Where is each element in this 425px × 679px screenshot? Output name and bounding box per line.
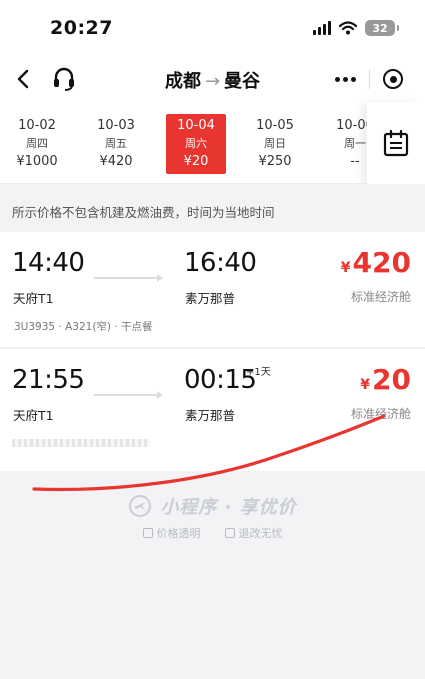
date-label: 10-03 xyxy=(97,118,135,133)
arrival-airport: 素万那普 xyxy=(185,408,236,423)
tag-icon xyxy=(142,528,153,538)
weekday-label: 周日 xyxy=(264,137,286,150)
brand-logo-icon xyxy=(129,495,152,517)
battery-icon: 32 xyxy=(365,20,399,36)
tag-label: 退改无忧 xyxy=(238,527,283,540)
arrival-airport: 素万那普 xyxy=(185,291,236,306)
date-price: ¥20 xyxy=(183,154,209,169)
flight-route-line xyxy=(94,274,163,282)
flight-route-line xyxy=(94,391,163,399)
calendar-icon xyxy=(383,129,409,157)
footer-slogan: 小程序 · 享优价 xyxy=(160,497,297,518)
date-label: 10-05 xyxy=(256,118,294,133)
currency-symbol: ¥ xyxy=(340,260,351,276)
date-option-1005[interactable]: 10-05 周日 ¥250 xyxy=(245,114,305,174)
date-option-1004[interactable]: 10-04 周六 ¥20 xyxy=(166,114,226,174)
status-time: 20:27 xyxy=(50,17,113,39)
footer-tags: 价格透明 退改无忧 xyxy=(0,525,425,541)
flight-price: ¥20 xyxy=(360,363,411,396)
date-price: ¥420 xyxy=(99,154,133,169)
date-option-1003[interactable]: 10-03 周五 ¥420 xyxy=(86,114,146,174)
capsule-divider xyxy=(369,69,370,89)
footer-brand: 小程序 · 享优价 xyxy=(0,490,425,522)
flight-meta: 3U3935 · A321(窄) · 干点餐 xyxy=(14,321,153,333)
date-option-1002[interactable]: 10-02 周四 ¥1000 xyxy=(7,114,67,174)
mini-program-capsule xyxy=(325,62,413,96)
departure-airport: 天府T1 xyxy=(13,291,54,306)
cabin-class: 标准经济舱 xyxy=(350,407,411,421)
tag-label: 价格透明 xyxy=(156,527,201,540)
date-price: ¥250 xyxy=(258,154,292,169)
departure-time: 21:55 xyxy=(12,365,85,395)
weekday-label: 周六 xyxy=(185,137,207,150)
flight-card[interactable]: 14:40 天府T1 16:40 素万那普 ¥420 标准经济舱 3U3935 … xyxy=(0,232,425,348)
date-price: ¥1000 xyxy=(16,154,58,169)
wifi-icon xyxy=(339,21,357,35)
status-bar: 20:27 32 xyxy=(0,0,425,56)
more-icon[interactable] xyxy=(335,76,356,82)
calendar-button[interactable] xyxy=(367,102,425,184)
origin-city: 成都 xyxy=(164,71,201,92)
nav-bar: 成都 → 曼谷 xyxy=(0,56,425,102)
departure-time: 14:40 xyxy=(12,248,85,278)
blurred-flight-meta xyxy=(12,439,150,447)
currency-symbol: ¥ xyxy=(360,377,371,393)
arrival-time: 16:40 xyxy=(184,248,257,278)
destination-city: 曼谷 xyxy=(224,71,261,92)
price-notice: 所示价格不包含机建及燃油费，时间为当地时间 xyxy=(0,184,425,232)
signal-icon xyxy=(313,21,331,35)
cabin-class: 标准经济舱 xyxy=(350,290,411,304)
status-icons: 32 xyxy=(313,20,399,36)
tag-icon xyxy=(224,528,235,538)
departure-airport: 天府T1 xyxy=(13,408,54,423)
price-value: 420 xyxy=(352,246,411,279)
flight-card[interactable]: 21:55 天府T1 00:15 +1天 素万那普 ¥20 标准经济舱 xyxy=(0,349,425,471)
tag-transparent-price: 价格透明 xyxy=(142,525,201,541)
route-arrow: → xyxy=(204,71,221,92)
date-label: 10-04 xyxy=(177,118,215,133)
price-value: 20 xyxy=(372,363,411,396)
weekday-label: 周五 xyxy=(105,137,127,150)
weekday-label: 周四 xyxy=(26,137,48,150)
day-offset: +1天 xyxy=(246,367,271,378)
close-mini-program-icon[interactable] xyxy=(383,69,403,89)
tag-refund-worry-free: 退改无忧 xyxy=(224,525,283,541)
flight-price: ¥420 xyxy=(341,246,411,279)
date-selector: 10-02 周四 ¥1000 10-03 周五 ¥420 10-04 周六 ¥2… xyxy=(0,102,425,184)
date-label: 10-02 xyxy=(18,118,56,133)
